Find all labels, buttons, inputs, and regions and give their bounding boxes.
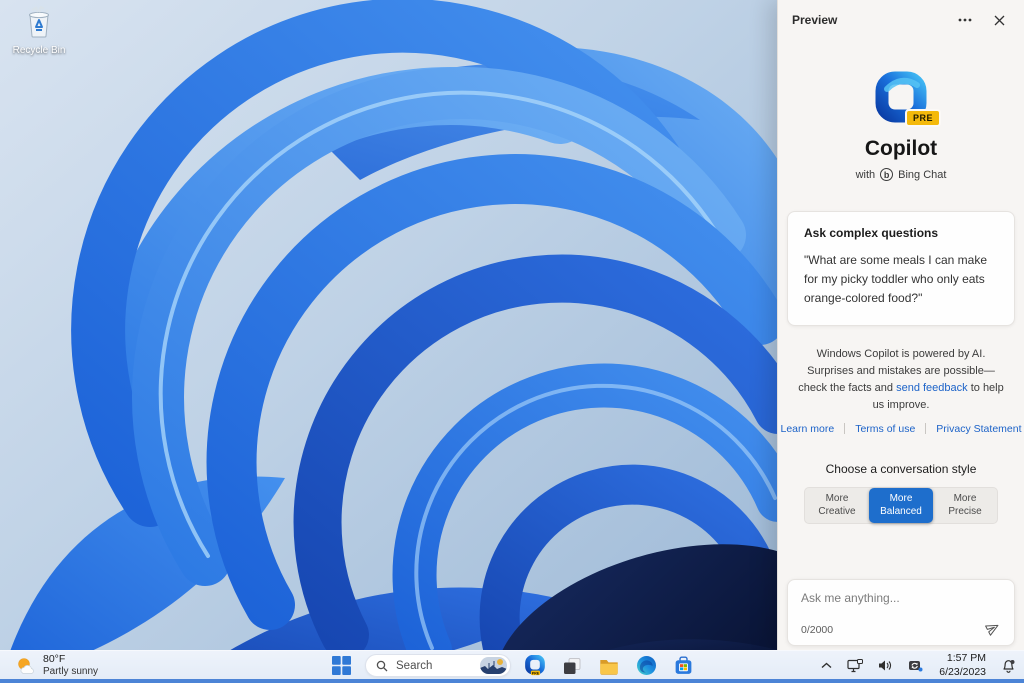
bloom-wallpaper-art <box>0 0 778 683</box>
search-placeholder: Search <box>396 659 433 672</box>
chevron-up-icon <box>821 662 832 669</box>
suggestion-card[interactable]: Ask complex questions "What are some mea… <box>787 211 1015 326</box>
ellipsis-icon <box>958 18 972 22</box>
pre-badge: PRE <box>904 109 941 127</box>
chat-input-card: 0/2000 <box>787 579 1015 646</box>
sync-status-button[interactable] <box>905 656 926 675</box>
weather-temperature: 80°F <box>43 652 66 665</box>
copilot-panel-header: Preview <box>778 0 1024 35</box>
taskbar-center: Search PRE <box>328 651 696 680</box>
learn-more-link[interactable]: Learn more <box>780 423 834 435</box>
recycle-bin-icon <box>29 5 49 38</box>
search-icon <box>376 660 388 671</box>
notification-center-button[interactable] <box>999 656 1018 676</box>
subtitle-brand: Bing Chat <box>898 168 947 181</box>
bing-daily-image-icon <box>480 657 507 674</box>
recycle-bin-label: Recycle Bin <box>12 45 66 56</box>
windows-logo-icon <box>331 656 351 675</box>
file-explorer-icon <box>600 659 618 675</box>
partly-sunny-icon <box>18 657 34 674</box>
conversation-style-picker: More Creative More Balanced More Precise <box>804 486 998 524</box>
send-feedback-link[interactable]: send feedback <box>896 382 968 394</box>
close-panel-button[interactable] <box>988 11 1010 29</box>
copilot-branding: PRE Copilot with b Bing Chat <box>778 69 1024 181</box>
style-option-precise[interactable]: More Precise <box>933 488 997 523</box>
network-status-button[interactable] <box>844 656 866 676</box>
clock[interactable]: 1:57 PM 6/23/2023 <box>935 652 990 679</box>
style-option-creative[interactable]: More Creative <box>805 488 869 523</box>
bing-logo-icon: b <box>880 168 894 181</box>
copilot-logo: PRE <box>873 69 941 127</box>
preview-label: Preview <box>792 13 838 27</box>
clock-date: 6/23/2023 <box>939 665 986 678</box>
link-divider <box>844 423 846 435</box>
more-options-button[interactable] <box>954 11 976 29</box>
sync-icon <box>909 661 923 672</box>
microsoft-store-button[interactable] <box>670 653 696 679</box>
character-counter: 0/2000 <box>801 624 834 636</box>
copilot-taskbar-icon: PRE <box>525 654 545 675</box>
volume-button[interactable] <box>875 656 896 675</box>
privacy-statement-link[interactable]: Privacy Statement <box>936 423 1021 435</box>
clock-time: 1:57 PM <box>946 651 986 664</box>
close-icon <box>994 15 1004 25</box>
microsoft-store-icon <box>675 656 691 674</box>
conversation-style-heading: Choose a conversation style <box>825 461 977 476</box>
weather-text: 80°F Partly sunny <box>43 653 98 679</box>
screen-bottom-edge <box>0 679 1024 683</box>
weather-widget[interactable]: 80°F Partly sunny <box>10 651 104 680</box>
recycle-bin-shortcut[interactable]: Recycle Bin <box>8 5 70 56</box>
legal-links: Learn more Terms of use Privacy Statemen… <box>778 423 1024 435</box>
copilot-title: Copilot <box>864 137 938 160</box>
ai-disclaimer: Windows Copilot is powered by AI. Surpri… <box>793 346 1009 414</box>
send-button[interactable] <box>985 620 1001 636</box>
taskbar-copilot-button[interactable]: PRE <box>522 653 548 679</box>
send-icon <box>985 624 999 636</box>
task-view-button[interactable] <box>559 653 585 679</box>
chat-input[interactable] <box>801 591 1001 605</box>
suggestion-card-title: Ask complex questions <box>804 226 939 240</box>
weather-condition: Partly sunny <box>43 665 99 677</box>
svg-text:PRE: PRE <box>532 671 540 675</box>
file-explorer-button[interactable] <box>596 653 622 679</box>
taskbar-search-box[interactable]: Search <box>365 654 511 677</box>
hidden-icons-button[interactable] <box>818 659 835 672</box>
notification-bell-icon <box>1003 659 1015 673</box>
ethernet-network-icon <box>847 658 864 672</box>
taskbar-system-tray: 1:57 PM 6/23/2023 <box>818 651 1018 680</box>
task-view-icon <box>564 657 581 674</box>
link-divider <box>925 423 927 435</box>
search-highlight-thumbnail <box>480 657 507 674</box>
suggestion-card-quote: "What are some meals I can make for my p… <box>804 253 987 306</box>
edge-browser-button[interactable] <box>633 653 659 679</box>
copilot-subtitle: with b Bing Chat <box>778 168 1024 181</box>
speaker-icon <box>879 660 892 671</box>
start-button[interactable] <box>328 653 354 679</box>
windows-desktop: Recycle Bin Preview PRE Copilot with b B… <box>0 0 1024 683</box>
edge-icon <box>636 656 656 675</box>
terms-of-use-link[interactable]: Terms of use <box>855 423 915 435</box>
style-option-balanced[interactable]: More Balanced <box>869 487 933 523</box>
subtitle-prefix: with <box>855 168 876 181</box>
copilot-panel: Preview PRE Copilot with b Bing Chat Ask… <box>777 0 1024 650</box>
desktop-wallpaper <box>0 0 778 683</box>
taskbar: 80°F Partly sunny Search PRE 1:57 PM 6/2… <box>0 650 1024 679</box>
